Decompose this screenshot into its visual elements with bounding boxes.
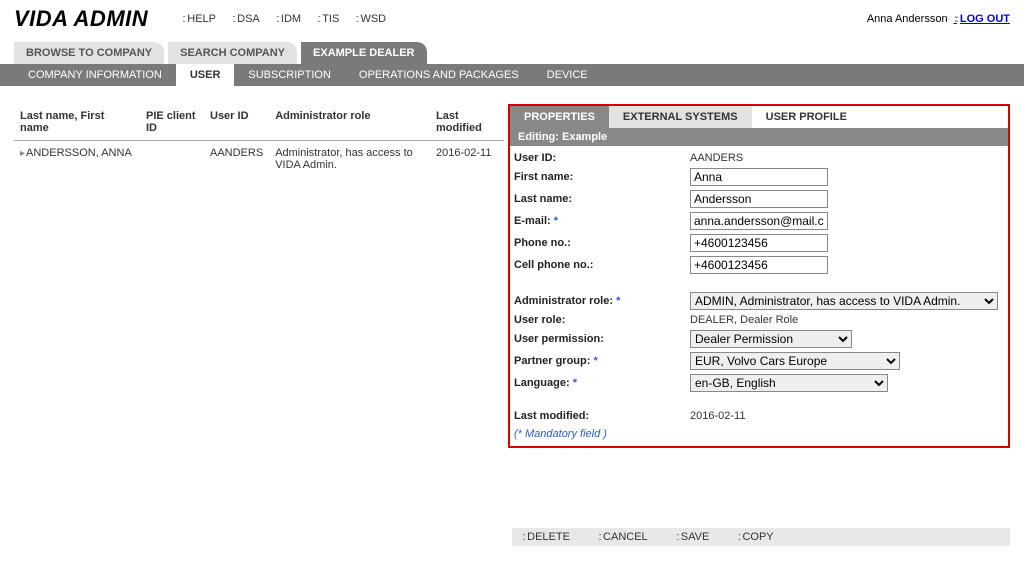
label-first: First name: <box>514 171 690 183</box>
label-language: Language: * <box>514 377 690 389</box>
th-pie[interactable]: PIE client ID <box>140 104 204 141</box>
label-partner: Partner group: * <box>514 355 690 367</box>
select-adminrole[interactable]: ADMIN, Administrator, has access to VIDA… <box>690 292 998 310</box>
label-userperm: User permission: <box>514 333 690 345</box>
current-user: Anna Andersson <box>867 13 948 25</box>
label-userrole: User role: <box>514 314 690 326</box>
label-email: E-mail: * <box>514 215 690 227</box>
panel-tab-profile[interactable]: USER PROFILE <box>752 106 861 128</box>
th-role[interactable]: Administrator role <box>269 104 430 141</box>
save-button[interactable]: ::SAVE <box>676 531 710 543</box>
mandatory-note: (* Mandatory field ) <box>510 424 1008 446</box>
delete-button[interactable]: ::DELETE <box>522 531 570 543</box>
tab-example-dealer[interactable]: EXAMPLE DEALER <box>301 42 426 64</box>
value-userid: AANDERS <box>690 152 1000 164</box>
select-partner[interactable]: EUR, Volvo Cars Europe <box>690 352 900 370</box>
logout-link[interactable]: ::LOG OUT <box>954 13 1010 25</box>
input-first-name[interactable] <box>690 168 828 186</box>
input-cell[interactable] <box>690 256 828 274</box>
subtab-user[interactable]: USER <box>176 64 235 86</box>
table-row[interactable]: ▸ANDERSSON, ANNA AANDERS Administrator, … <box>14 141 504 178</box>
tab-browse-company[interactable]: BROWSE TO COMPANY <box>14 42 164 64</box>
label-userid: User ID: <box>514 152 690 164</box>
value-userrole: DEALER, Dealer Role <box>690 314 1000 326</box>
chevron-right-icon: ▸ <box>20 148 25 159</box>
th-userid[interactable]: User ID <box>204 104 269 141</box>
panel-subtitle: Editing: Example <box>510 128 1008 146</box>
nav-dsa[interactable]: ::DSA <box>232 13 260 25</box>
properties-panel: PROPERTIES EXTERNAL SYSTEMS USER PROFILE… <box>508 104 1010 448</box>
select-userperm[interactable]: Dealer Permission <box>690 330 852 348</box>
cancel-button[interactable]: ::CANCEL <box>598 531 648 543</box>
user-table: Last name, First name PIE client ID User… <box>14 104 504 177</box>
nav-tis[interactable]: ::TIS <box>317 13 339 25</box>
label-last: Last name: <box>514 193 690 205</box>
th-modified[interactable]: Last modified <box>430 104 504 141</box>
nav-idm[interactable]: ::IDM <box>276 13 301 25</box>
subtab-subscription[interactable]: SUBSCRIPTION <box>234 64 345 86</box>
value-modified: 2016-02-11 <box>690 410 1000 422</box>
label-modified: Last modified: <box>514 410 690 422</box>
subtab-company-info[interactable]: COMPANY INFORMATION <box>14 64 176 86</box>
label-phone: Phone no.: <box>514 237 690 249</box>
panel-tab-external[interactable]: EXTERNAL SYSTEMS <box>609 106 752 128</box>
nav-wsd[interactable]: ::WSD <box>355 13 386 25</box>
label-adminrole: Administrator role: * <box>514 295 690 307</box>
th-name[interactable]: Last name, First name <box>14 104 140 141</box>
subtab-device[interactable]: DEVICE <box>533 64 602 86</box>
tab-search-company[interactable]: SEARCH COMPANY <box>168 42 297 64</box>
copy-button[interactable]: ::COPY <box>737 531 773 543</box>
select-language[interactable]: en-GB, English <box>690 374 888 392</box>
panel-tab-properties[interactable]: PROPERTIES <box>510 106 609 128</box>
input-email[interactable] <box>690 212 828 230</box>
label-cell: Cell phone no.: <box>514 259 690 271</box>
logo: VIDA ADMIN <box>14 6 148 32</box>
subtab-ops[interactable]: OPERATIONS AND PACKAGES <box>345 64 533 86</box>
input-last-name[interactable] <box>690 190 828 208</box>
nav-help[interactable]: ::HELP <box>182 13 216 25</box>
input-phone[interactable] <box>690 234 828 252</box>
